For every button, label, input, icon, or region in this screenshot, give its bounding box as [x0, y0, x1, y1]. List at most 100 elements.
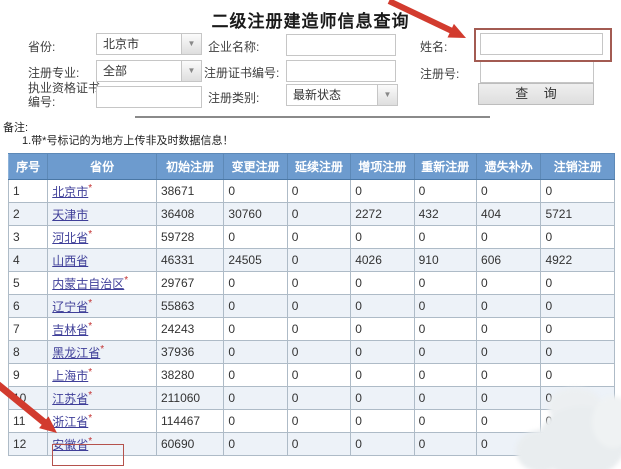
cell-value: 29767	[155, 271, 225, 295]
province-select[interactable]: 北京市 ▼	[96, 33, 202, 55]
reg-cert-input[interactable]	[286, 60, 396, 82]
table-row: 10 江苏省* 211060 0 0 0 0 0 0	[7, 386, 615, 410]
province-link[interactable]: 黑龙江省	[52, 346, 100, 360]
province-link[interactable]: 天津市	[52, 208, 88, 222]
cell-value: 0	[476, 179, 542, 203]
cell-value: 0	[286, 271, 352, 295]
cell-value: 0	[350, 363, 415, 387]
cell-value: 30760	[223, 202, 288, 226]
cell-value: 0	[223, 363, 288, 387]
cell-value: 0	[350, 271, 415, 295]
cell-serial: 10	[7, 386, 49, 410]
qual-cert-label: 执业资格证书编号:	[28, 81, 101, 109]
cell-province: 河北省*	[47, 225, 157, 249]
table-row: 5 内蒙古自治区* 29767 0 0 0 0 0 0	[7, 271, 615, 295]
cell-value: 0	[350, 409, 415, 433]
province-stats-table: 序号 省份 初始注册 变更注册 延续注册 增项注册 重新注册 遗失补办 注销注册 1 北京市* …	[7, 153, 615, 456]
cell-value: 38671	[155, 179, 225, 203]
query-button[interactable]: 查 询	[478, 83, 594, 105]
cell-value: 910	[413, 248, 478, 272]
cell-serial: 8	[7, 340, 49, 364]
province-link[interactable]: 河北省	[52, 231, 88, 245]
qual-cert-input[interactable]	[96, 86, 202, 108]
non-timely-flag: *	[100, 343, 105, 355]
column-header: 重新注册	[413, 153, 478, 180]
cell-value: 0	[413, 317, 478, 341]
cell-value: 0	[350, 294, 415, 318]
cell-value: 55863	[155, 294, 225, 318]
cell-value: 0	[350, 225, 415, 249]
cell-value: 24505	[223, 248, 288, 272]
cell-value: 0	[476, 225, 542, 249]
cell-value: 0	[286, 386, 352, 410]
cell-value: 0	[223, 409, 288, 433]
table-body: 1 北京市* 38671 0 0 0 0 0 0 2 天津市 36408 307…	[7, 179, 615, 456]
province-link[interactable]: 辽宁省	[52, 300, 88, 314]
cell-serial: 2	[7, 202, 49, 226]
province-link[interactable]: 上海市	[52, 369, 88, 383]
cell-value: 0	[286, 294, 352, 318]
chevron-down-icon[interactable]: ▼	[377, 85, 397, 105]
cell-value: 0	[350, 340, 415, 364]
cell-value: 5721	[540, 202, 615, 226]
cell-serial: 4	[7, 248, 49, 272]
province-link[interactable]: 内蒙古自治区	[52, 277, 124, 291]
province-link[interactable]: 吉林省	[52, 323, 88, 337]
cell-province: 吉林省*	[47, 317, 157, 341]
cell-value: 0	[540, 317, 615, 341]
column-header: 初始注册	[155, 153, 225, 180]
province-link[interactable]: 江苏省	[52, 392, 88, 406]
cell-value: 0	[286, 248, 352, 272]
cell-serial: 7	[7, 317, 49, 341]
cell-value: 0	[286, 202, 352, 226]
name-label: 姓名:	[420, 40, 448, 54]
cell-serial: 9	[7, 363, 49, 387]
cell-value: 0	[540, 225, 615, 249]
column-header: 注销注册	[540, 153, 615, 180]
cell-serial: 12	[7, 432, 49, 456]
cell-value: 0	[223, 179, 288, 203]
cell-value: 0	[476, 340, 542, 364]
cell-value: 0	[540, 340, 615, 364]
cell-value: 0	[223, 340, 288, 364]
reg-type-select-value: 最新状态	[293, 88, 342, 102]
chevron-down-icon[interactable]: ▼	[181, 61, 201, 81]
cell-value: 0	[223, 317, 288, 341]
major-select-value: 全部	[103, 64, 128, 78]
cell-value: 0	[286, 179, 352, 203]
province-link[interactable]: 浙江省	[52, 415, 88, 429]
cell-value: 36408	[155, 202, 225, 226]
cell-value: 0	[223, 432, 288, 456]
reg-no-input[interactable]	[480, 61, 594, 83]
cell-province: 浙江省*	[47, 409, 157, 433]
cell-value: 0	[286, 340, 352, 364]
annotation-box-name-input	[474, 28, 612, 62]
non-timely-flag: *	[88, 389, 93, 401]
cell-value: 0	[413, 225, 478, 249]
table-row: 4 山西省 46331 24505 0 4026 910 606 4922	[7, 248, 615, 272]
cell-value: 0	[540, 271, 615, 295]
reg-type-label: 注册类别:	[208, 91, 260, 105]
major-select[interactable]: 全部 ▼	[96, 60, 202, 82]
province-select-value: 北京市	[103, 37, 140, 51]
chevron-down-icon[interactable]: ▼	[181, 34, 201, 54]
province-label: 省份:	[28, 40, 56, 54]
cell-value: 0	[476, 386, 542, 410]
column-header: 延续注册	[286, 153, 352, 180]
cell-value: 404	[476, 202, 542, 226]
reg-type-select[interactable]: 最新状态 ▼	[286, 84, 398, 106]
province-link[interactable]: 山西省	[52, 254, 88, 268]
province-link[interactable]: 北京市	[52, 185, 88, 199]
cell-province: 黑龙江省*	[47, 340, 157, 364]
cell-value: 60690	[155, 432, 225, 456]
company-input[interactable]	[286, 34, 396, 56]
non-timely-flag: *	[124, 274, 129, 286]
cell-value: 24243	[155, 317, 225, 341]
cell-value: 0	[476, 409, 542, 433]
cell-province: 江苏省*	[47, 386, 157, 410]
cell-value: 0	[286, 363, 352, 387]
reg-cert-label: 注册证书编号:	[204, 66, 280, 80]
non-timely-flag: *	[88, 228, 93, 240]
cell-province: 天津市	[47, 202, 157, 226]
cell-value: 0	[286, 317, 352, 341]
